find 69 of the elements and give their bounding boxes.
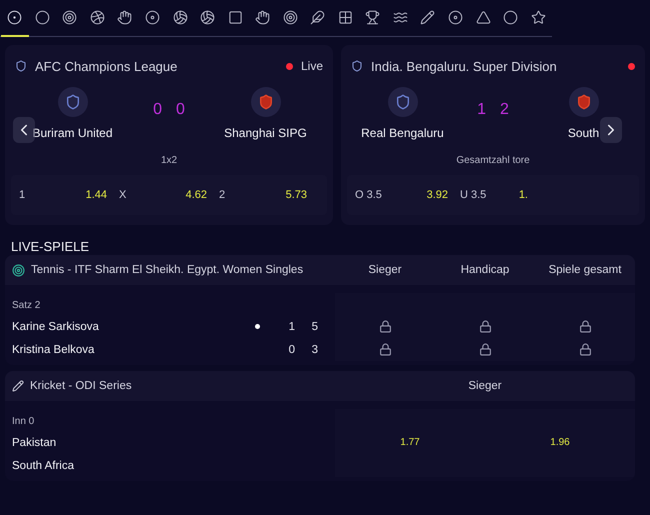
odds-label: 2 — [219, 189, 226, 201]
league-icon — [351, 60, 363, 72]
triangle-icon — [476, 10, 491, 25]
odds-label: U 3.5 — [460, 189, 486, 201]
market-header: Sieger — [467, 380, 503, 392]
odds-label: O 3.5 — [355, 189, 382, 201]
odds-value[interactable]: 1. — [518, 189, 528, 201]
section-title: LIVE-SPIELE — [10, 238, 90, 255]
player-name: Karine Sarkisova — [12, 320, 100, 332]
score: 2 — [500, 101, 509, 119]
waves-icon — [392, 10, 408, 25]
team-logo — [568, 87, 598, 117]
odds-value[interactable]: 1.96 — [485, 437, 635, 448]
match-card[interactable]: India. Bengaluru. Super Division Real Bengaluru 1 2 South Gesamtzahl tore O 3.5 3.92 U 3.5 1. — [341, 45, 645, 225]
target-icon — [282, 10, 298, 25]
team-logo — [58, 87, 88, 117]
live-label: Live — [300, 59, 323, 73]
score: 0 — [176, 101, 185, 119]
hand-icon — [255, 10, 270, 25]
team-name: Real Bengaluru — [361, 126, 444, 140]
odds-label: 1 — [19, 189, 26, 201]
event-title: Kricket - ODI Series — [30, 380, 132, 392]
team-logo — [388, 87, 418, 117]
score: 0 — [288, 344, 295, 356]
period-label: Satz 2 — [12, 299, 42, 313]
score: 0 — [153, 101, 162, 119]
market-header: Handicap — [460, 264, 510, 276]
market-header: Sieger — [367, 264, 403, 276]
previous-button[interactable] — [13, 117, 35, 143]
odds-value[interactable]: 5.73 — [286, 189, 307, 201]
next-button[interactable] — [600, 117, 622, 143]
event-title: Tennis - ITF Sharm El Sheikh. Egypt. Women Singles — [31, 264, 304, 276]
team-name: South — [568, 126, 600, 140]
period-label: Inn 0 — [12, 415, 36, 429]
score: 3 — [310, 344, 318, 356]
volleyball-icon — [200, 10, 216, 25]
player-name: Pakistan — [12, 436, 58, 448]
pencil-icon — [420, 10, 436, 25]
team-logo — [250, 87, 280, 117]
league-name: India. Bengaluru. Super Division — [371, 58, 558, 74]
odds-label: X — [119, 189, 126, 201]
disc-icon — [448, 10, 464, 25]
disc-icon — [145, 10, 160, 25]
league-name: AFC Champions League — [35, 58, 178, 74]
ball-icon — [503, 10, 518, 25]
player-name: Kristina Belkova — [12, 344, 96, 356]
team-name: Shanghai SIPG — [224, 126, 307, 140]
market-label: Gesamtzahl tore — [455, 154, 531, 168]
trophy-icon — [365, 10, 380, 25]
basketball-icon — [90, 10, 105, 25]
odds-value[interactable]: 4.62 — [186, 189, 207, 201]
grid-icon — [338, 10, 353, 25]
market-header: Spiele gesamt — [548, 264, 622, 276]
score: 1 — [288, 320, 295, 332]
score: 1 — [477, 101, 486, 119]
volleyball-icon — [172, 10, 188, 25]
square-icon — [228, 10, 243, 25]
player-name: South Africa — [12, 460, 76, 472]
ball-icon — [34, 10, 50, 25]
odds-value[interactable]: 1.77 — [335, 437, 485, 448]
league-icon — [15, 60, 27, 72]
odds-value[interactable]: 1.44 — [86, 189, 107, 201]
match-card[interactable]: AFC Champions League Live Buriram United 0 0 Shanghai SIPG 1x2 1 1.44 X 4.62 2 5.73 — [5, 45, 333, 225]
score: 5 — [310, 320, 318, 332]
hand-icon — [117, 10, 132, 25]
odds-value[interactable]: 3.92 — [426, 189, 448, 201]
star-icon — [530, 10, 546, 25]
team-name: Buriram United — [32, 126, 113, 140]
market-label: 1x2 — [160, 154, 178, 168]
